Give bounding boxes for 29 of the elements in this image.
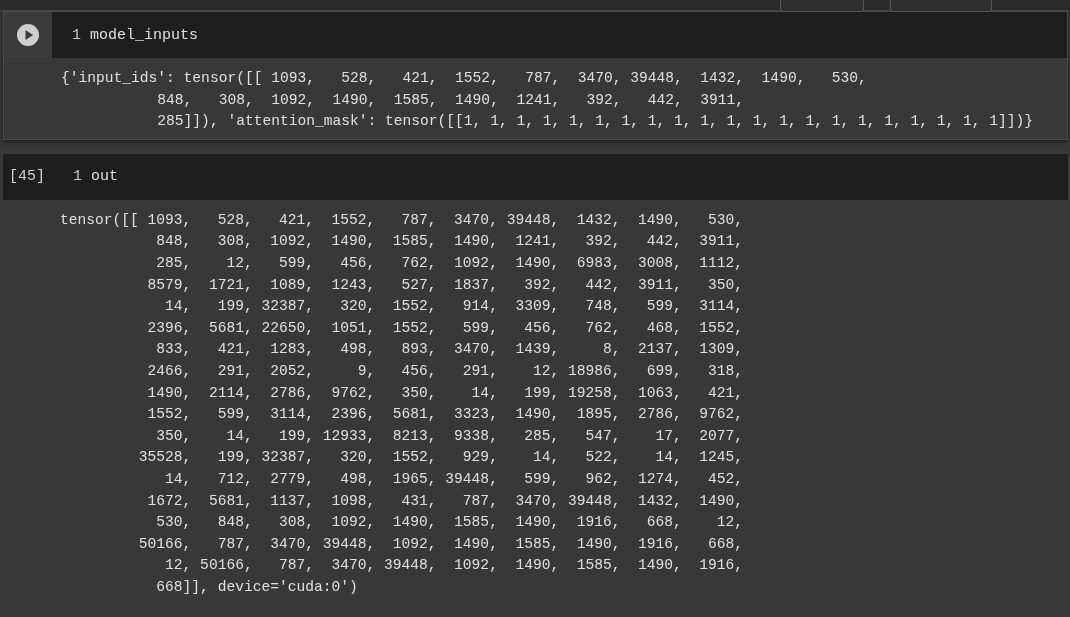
output-line: 12, 50166, 787, 3470, 39448, 1092, 1490, 1585, 1490, 1916, (164, 556, 745, 576)
line-number: 1 (72, 26, 81, 44)
code-editor[interactable]: 1 model_inputs (4, 12, 1067, 58)
line-number: 1 (73, 168, 82, 186)
output-line: 8579, 1721, 1089, 1243, 527, 1837, 392, 442, 3911, 350, (146, 275, 745, 295)
code-editor[interactable]: [45] 1 out (3, 153, 1068, 200)
output-line: 35528, 199, 32387, 320, 1552, 929, 14, 522, 14, 1245, (137, 448, 745, 468)
run-button[interactable] (16, 23, 40, 47)
output-line: 350, 14, 199, 12933, 8213, 9338, 285, 547, 17, 2077, (155, 426, 745, 446)
output-line: 14, 712, 2779, 498, 1965, 39448, 599, 962, 1274, 452, (164, 469, 745, 489)
output-line: 668]], device='cuda:0') (155, 577, 359, 597)
output-line: 848, 308, 1092, 1490, 1585, 1490, 1241, 392, 442, 3911, (155, 232, 745, 252)
output-line: 285]]), 'attention_mask': tensor([[1, 1, 1, 1, 1, 1, 1, 1, 1, 1, 1, 1, 1, 1, 1, 1, 1, 1, 1, 1, 1]])} (156, 112, 1035, 132)
output-line: 530, 848, 308, 1092, 1490, 1585, 1490, 1916, 668, 12, (155, 513, 745, 533)
output-line: 1490, 2114, 2786, 9762, 350, 14, 199, 19258, 1063, 421, (146, 383, 745, 403)
output-line: 2466, 291, 2052, 9, 456, 291, 12, 18986, 699, 318, (146, 361, 745, 381)
output-line: 50166, 787, 3470, 39448, 1092, 1490, 1585, 1490, 1916, 668, (137, 534, 745, 554)
output-line: tensor([[ 1093, 528, 421, 1552, 787, 3470, 39448, 1432, 1490, 530, (60, 210, 745, 230)
code-line: model_inputs (90, 26, 199, 44)
output-line: 2396, 5681, 22650, 1051, 1552, 599, 456, 762, 468, 1552, (146, 318, 745, 338)
output-line: {'input_ids': tensor([[ 1093, 528, 421, 1552, 787, 3470, 39448, 1432, 1490, 530, (61, 69, 868, 88)
output-line: 1672, 5681, 1137, 1098, 431, 787, 3470, 39448, 1432, 1490, (146, 491, 745, 511)
code-line: out (91, 168, 119, 186)
output-line: 833, 421, 1283, 498, 893, 3470, 1439, 8, 2137, 1309, (155, 340, 745, 360)
output-line: 848, 308, 1092, 1490, 1585, 1490, 1241, 392, 442, 3911, (156, 90, 746, 110)
output-line: 14, 199, 32387, 320, 1552, 914, 3309, 748, 599, 3114, (164, 297, 745, 317)
execution-count: [45] (8, 168, 45, 186)
output-line: 1552, 599, 3114, 2396, 5681, 3323, 1490, 1895, 2786, 9762, (146, 405, 745, 425)
output-line: 285, 12, 599, 456, 762, 1092, 1490, 6983, 3008, 1112, (155, 253, 745, 273)
